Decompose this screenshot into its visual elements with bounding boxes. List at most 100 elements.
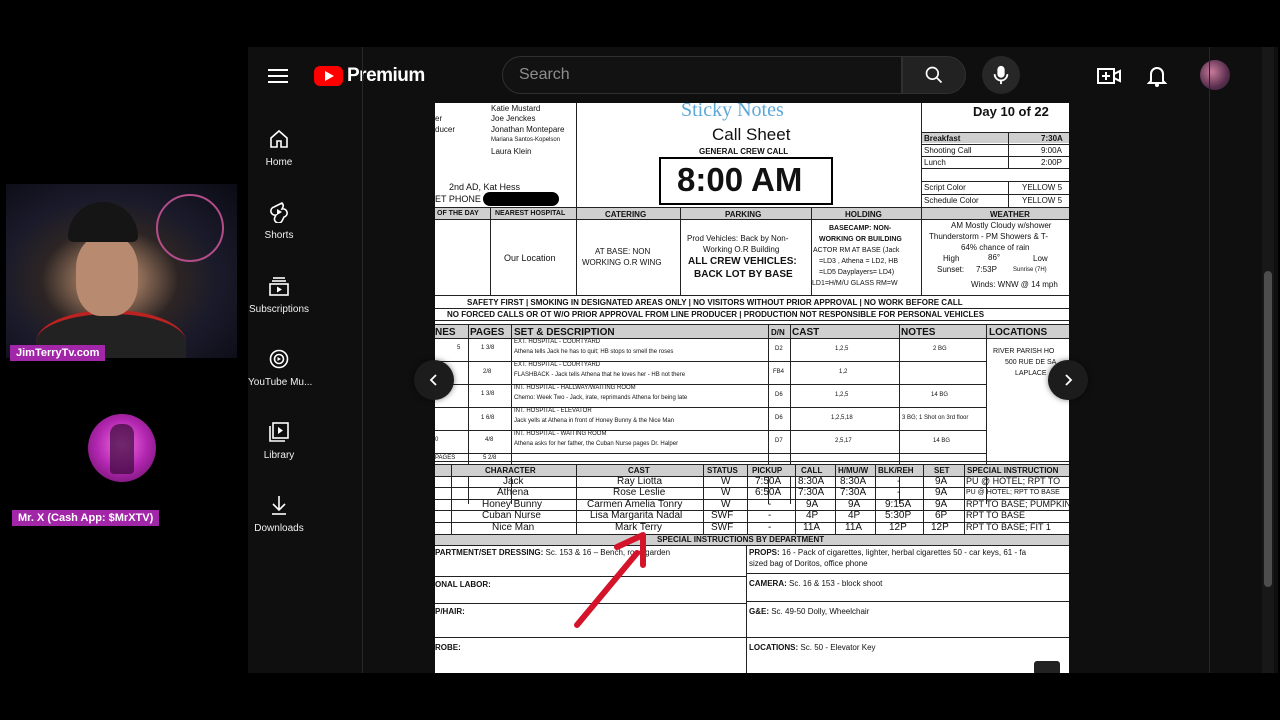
sidebar-item-label: Downloads <box>254 523 304 534</box>
dept-right-line: G&E: Sc. 49-50 Dolly, Wheelchair <box>749 607 870 616</box>
time-label: Breakfast <box>924 134 961 143</box>
time-value: 9:00A <box>1041 146 1062 155</box>
cast-pickup: 6:50A <box>755 487 782 498</box>
scene-day-night: D6 <box>775 415 783 421</box>
location-line: 500 RUE DE SA <box>1005 359 1057 366</box>
cast-special: PU @ HOTEL; RPT TO <box>966 476 1061 486</box>
cast-call: 9A <box>806 499 819 510</box>
call-sheet-title: Call Sheet <box>712 125 791 144</box>
account-avatar[interactable] <box>1200 60 1230 90</box>
scene-cast: 2,5,17 <box>835 438 852 444</box>
info-header: NEAREST HOSPITAL <box>495 210 566 217</box>
scene-cast: 1,2,5 <box>835 346 849 352</box>
previous-button[interactable] <box>414 360 454 400</box>
scene-set: INT. HOSPITAL - ELEVATOR <box>514 408 592 414</box>
webcam-name-tag: JimTerryTv.com <box>10 345 106 361</box>
cast-status: W <box>721 499 731 510</box>
script-color: YELLOW 5 <box>1022 183 1063 192</box>
crew-name: Joe Jenckes <box>491 114 536 123</box>
weather-low-label: Low <box>1033 254 1048 263</box>
donor-avatar <box>88 414 156 482</box>
download-icon <box>272 496 286 515</box>
holding-line: =LD3 , Athena = LD2, HB <box>819 258 898 265</box>
notifications-button[interactable] <box>1144 63 1170 89</box>
page-scrollbar[interactable] <box>1262 47 1274 673</box>
sidebar-item-label: Shorts <box>264 230 294 241</box>
time-label: Shooting Call <box>924 146 972 155</box>
scene-pages: 1 3/8 <box>481 345 495 351</box>
cast-hmuw: 7:30A <box>840 487 867 498</box>
scene-header: LOCATIONS <box>989 327 1048 338</box>
scene-day-night: D7 <box>775 438 783 444</box>
voice-search-button[interactable] <box>982 56 1020 94</box>
search-box[interactable] <box>502 56 905 94</box>
cast-pickup: - <box>768 510 772 521</box>
logo-text: Premium <box>347 65 425 86</box>
scene-number: 0 <box>435 437 439 443</box>
cast-blk: 12P <box>889 522 907 533</box>
cast-special: RPT TO BASE; PUMPKIN <box>966 499 1069 509</box>
cast-hmuw: 9A <box>848 499 861 510</box>
cast-call: 4P <box>806 510 819 521</box>
cast-set: 12P <box>931 522 949 533</box>
info-header: CATERING <box>605 210 647 219</box>
content-divider <box>362 47 363 673</box>
scene-header: PAGES <box>470 327 505 338</box>
cast-character: Nice Man <box>492 522 535 533</box>
parking-line: Working O.R Building <box>703 245 780 254</box>
scene-notes: 2 BG <box>933 346 947 352</box>
cast-hmuw: 11A <box>845 522 863 533</box>
scrollbar-thumb[interactable] <box>1264 271 1272 587</box>
cast-header: SPECIAL INSTRUCTION <box>967 466 1059 475</box>
scene-set: INT. HOSPITAL - WAITING ROOM <box>514 431 607 437</box>
cast-blk: 9:15A <box>885 499 912 510</box>
sidebar-item-label: Subscriptions <box>248 304 310 315</box>
scene-number: 5 <box>457 345 461 351</box>
sidebar-item-youtube-music[interactable]: YouTube Mu... <box>248 347 312 388</box>
next-button[interactable] <box>1048 360 1088 400</box>
location-line: LAPLACE <box>1015 370 1047 377</box>
search-icon <box>925 66 943 84</box>
info-header: HOLDING <box>845 210 882 219</box>
scene-header: D/N <box>771 328 785 337</box>
sidebar-item-subscriptions[interactable]: Subscriptions <box>248 274 310 315</box>
sidebar-item-label: Library <box>263 450 295 461</box>
scene-set: EXT. HOSPITAL - COURTYARD <box>514 362 601 368</box>
create-button[interactable] <box>1096 63 1122 89</box>
script-color-label: Script Color <box>924 183 966 192</box>
comment-icon <box>1034 661 1060 673</box>
winds: Winds: WNW @ 14 mph <box>971 280 1058 289</box>
sidebar-item-shorts[interactable]: Shorts <box>248 200 310 241</box>
create-video-icon <box>1097 68 1121 84</box>
dept-header: SPECIAL INSTRUCTIONS BY DEPARTMENT <box>657 535 825 544</box>
dept-left-line: P/HAIR: <box>435 607 465 616</box>
search-button[interactable] <box>902 56 966 94</box>
scene-header: CAST <box>792 327 820 338</box>
sidebar-item-downloads[interactable]: Downloads <box>248 493 310 534</box>
youtube-play-icon <box>314 66 343 86</box>
general-crew-call-time: 8:00 AM <box>677 161 803 198</box>
library-icon <box>269 422 289 442</box>
cast-hmuw: 8:30A <box>840 476 867 487</box>
crew-name: Laura Klein <box>491 147 532 156</box>
sunset-label: Sunset: <box>937 265 965 274</box>
cast-pickup: 7:50A <box>755 476 782 487</box>
second-ad: 2nd AD, Kat Hess <box>449 182 521 192</box>
scene-cast: 1,2,5 <box>835 392 849 398</box>
shorts-icon <box>270 202 288 223</box>
search-input[interactable] <box>503 57 905 93</box>
cast-header: CAST <box>628 466 650 475</box>
cast-call: 8:30A <box>798 476 825 487</box>
catering-line: WORKING O.R WING <box>582 258 662 267</box>
scene-pages: 1 6/8 <box>481 415 495 421</box>
sidebar-item-library[interactable]: Library <box>248 420 310 461</box>
catering-line: AT BASE: NON <box>595 247 651 256</box>
info-header: OF THE DAY <box>437 210 479 217</box>
person-face <box>76 236 138 316</box>
cast-character: Cuban Nurse <box>482 510 541 521</box>
scene-day-night: D2 <box>775 346 783 352</box>
time-value: 2:00P <box>1041 158 1062 167</box>
sidebar-item-home[interactable]: Home <box>248 127 310 168</box>
menu-icon[interactable] <box>266 65 290 89</box>
youtube-premium-logo[interactable]: Premium <box>314 65 425 87</box>
